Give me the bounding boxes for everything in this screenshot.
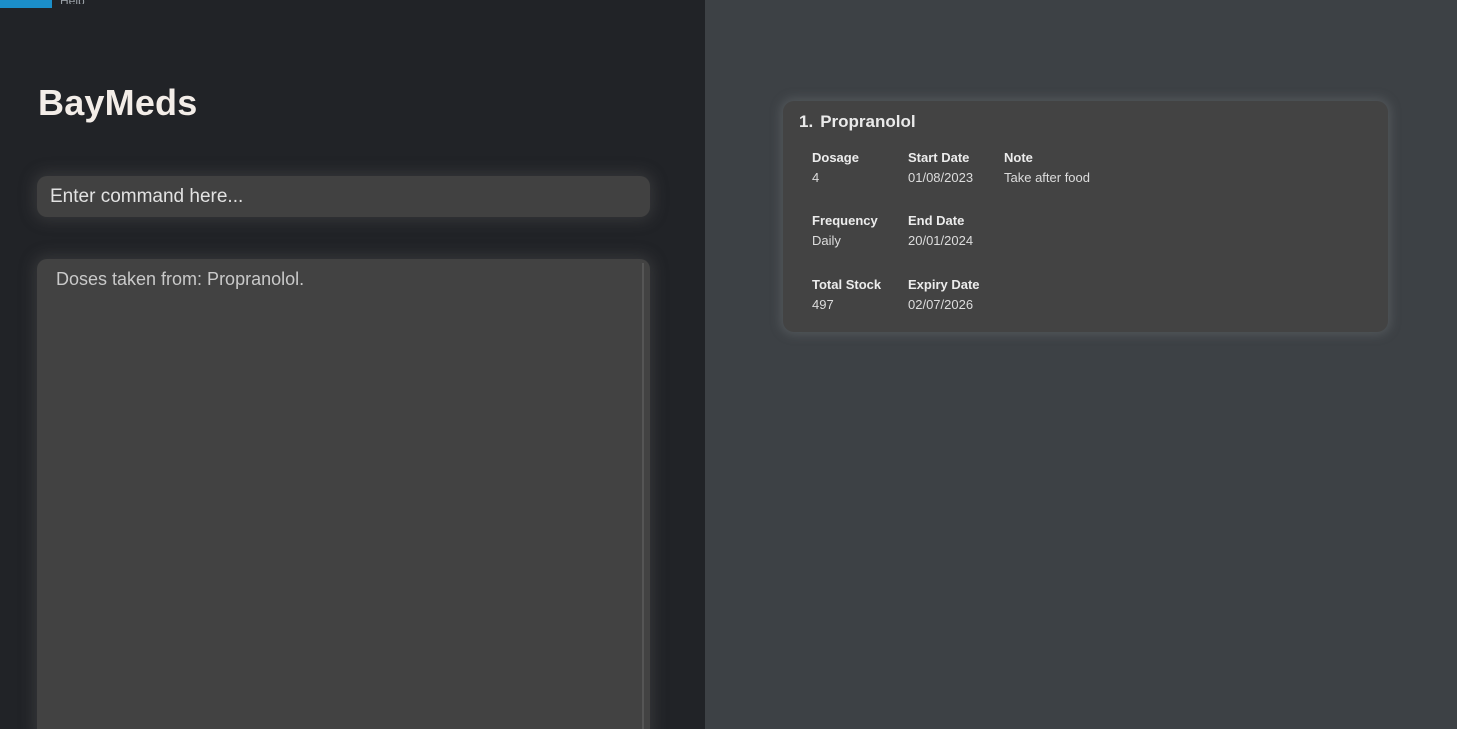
dosage-value: 4: [812, 170, 820, 185]
result-message: Doses taken from: Propranolol.: [56, 269, 305, 289]
field-note: Note Take after food: [1004, 150, 1090, 185]
expiry-date-label: Expiry Date: [908, 277, 980, 292]
field-end-date: End Date 20/01/2024: [908, 213, 973, 248]
end-date-label: End Date: [908, 213, 965, 228]
frequency-label: Frequency: [812, 213, 878, 228]
total-stock-value: 497: [812, 297, 834, 312]
expiry-date-value: 02/07/2026: [908, 297, 974, 312]
field-dosage: Dosage 4: [812, 150, 859, 185]
field-expiry-date: Expiry Date 02/07/2026: [908, 277, 980, 312]
frequency-value: Daily: [812, 233, 841, 248]
result-display[interactable]: Doses taken from: Propranolol.: [37, 259, 650, 729]
total-stock-label: Total Stock: [812, 277, 882, 292]
end-date-value: 20/01/2024: [908, 233, 974, 248]
app-title: BayMeds: [38, 82, 198, 123]
note-value: Take after food: [1004, 170, 1090, 185]
command-box: [37, 176, 650, 217]
note-label: Note: [1004, 150, 1033, 165]
field-start-date: Start Date 01/08/2023: [908, 150, 973, 185]
field-total-stock: Total Stock 497: [812, 277, 881, 312]
start-date-value: 01/08/2023: [908, 170, 974, 185]
field-frequency: Frequency Daily: [812, 213, 878, 248]
menu-tab-file[interactable]: [0, 0, 52, 8]
dosage-label: Dosage: [812, 150, 859, 165]
medication-index: 1.: [799, 112, 814, 131]
menu-tab-help[interactable]: Help: [60, 0, 100, 4]
command-input[interactable]: [37, 176, 650, 217]
medication-title: 1. Propranolol: [799, 112, 916, 132]
medication-name: Propranolol: [820, 112, 916, 131]
result-scrollbar[interactable]: [642, 263, 644, 729]
start-date-label: Start Date: [908, 150, 970, 165]
medication-card[interactable]: 1. Propranolol Dosage 4 Start Date 01/08/…: [783, 101, 1388, 332]
left-pane: Help BayMeds Doses taken from: Propranol…: [0, 0, 705, 729]
